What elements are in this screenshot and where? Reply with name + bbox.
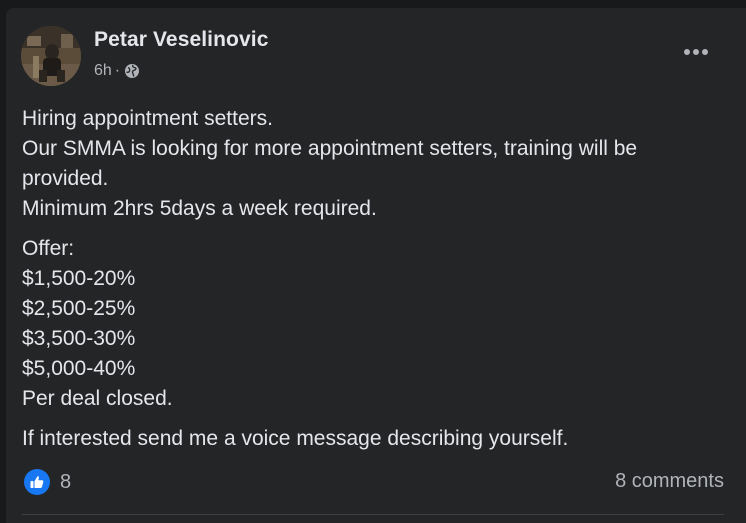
post-line: $3,500-30% — [22, 327, 136, 350]
post-paragraph-cta: If interested send me a voice message de… — [22, 424, 722, 454]
post-line: $5,000-40% — [22, 357, 136, 380]
more-options-button[interactable] — [678, 38, 714, 66]
post-card: Petar Veselinovic 6h · Hiring appointmen… — [6, 8, 746, 523]
comments-count-link[interactable]: 8 comments — [615, 470, 724, 493]
post-paragraph-intro: Hiring appointment setters. Our SMMA is … — [22, 104, 722, 224]
post-line: $1,500-20% — [22, 267, 136, 290]
post-line: Hiring appointment setters. — [22, 107, 273, 130]
post-meta: 6h · — [94, 62, 140, 80]
post-line: Our SMMA is looking for more appointment… — [22, 137, 638, 190]
post-line: Minimum 2hrs 5days a week required. — [22, 197, 377, 220]
like-icon — [24, 469, 50, 495]
divider — [22, 514, 724, 515]
post-body: Hiring appointment setters. Our SMMA is … — [22, 104, 722, 464]
reactions-summary[interactable]: 8 — [24, 469, 71, 495]
post-line: $2,500-25% — [22, 297, 136, 320]
post-timestamp[interactable]: 6h — [94, 62, 112, 80]
author-name[interactable]: Petar Veselinovic — [94, 28, 268, 52]
post-line: Per deal closed. — [22, 387, 173, 410]
avatar[interactable] — [21, 26, 81, 86]
post-line: If interested send me a voice message de… — [22, 427, 569, 450]
reaction-count: 8 — [60, 470, 72, 493]
more-horizontal-icon — [684, 49, 690, 55]
post-line: Offer: — [22, 237, 75, 260]
meta-separator: · — [114, 62, 121, 79]
globe-icon[interactable] — [124, 63, 140, 79]
post-paragraph-offer: Offer: $1,500-20% $2,500-25% $3,500-30% … — [22, 234, 722, 414]
avatar-photo — [21, 26, 81, 86]
